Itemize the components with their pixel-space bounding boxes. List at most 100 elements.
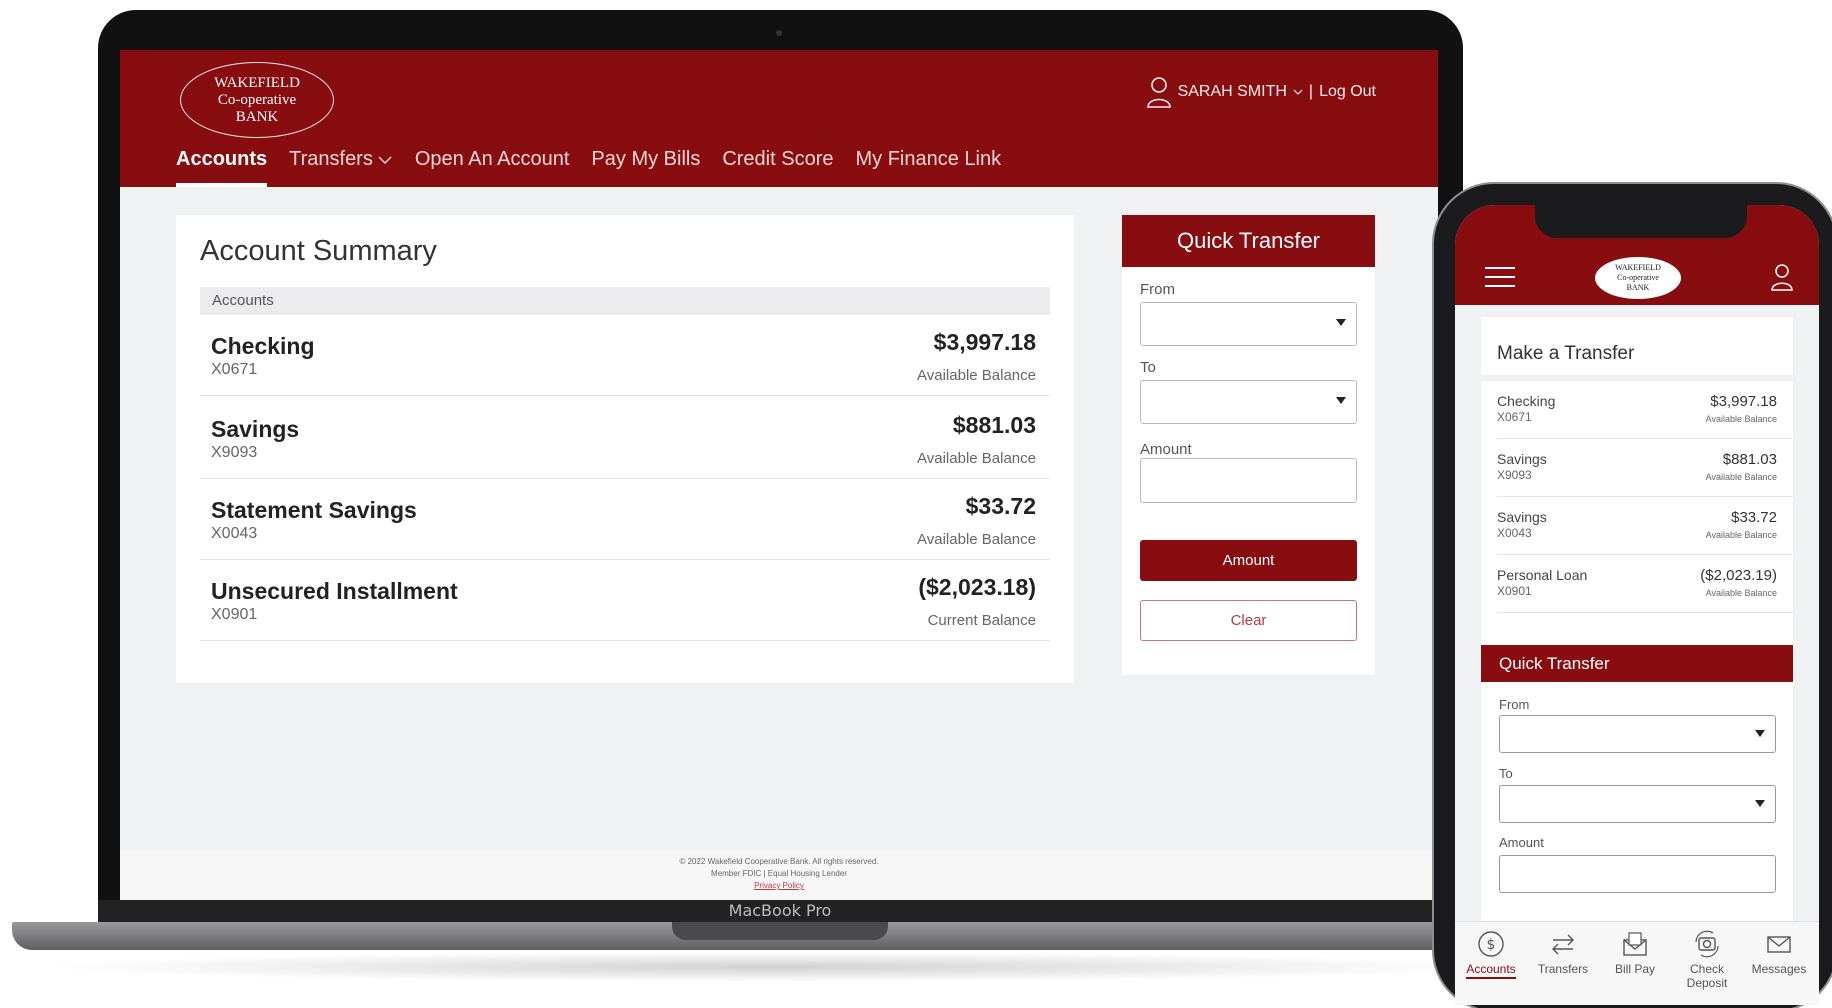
to-select[interactable]: [1140, 380, 1357, 424]
dollar-circle-icon: $: [1478, 931, 1504, 957]
account-number: X0671: [1497, 410, 1532, 424]
submit-transfer-button[interactable]: Amount: [1140, 540, 1357, 581]
nav-transfers[interactable]: Transfers: [289, 146, 393, 172]
clear-button[interactable]: Clear: [1140, 600, 1357, 641]
account-name: Savings: [1497, 509, 1547, 525]
mockup-stage: WAKEFIELD Co-operative BANK SARAH SMITH …: [0, 0, 1832, 1008]
account-number: X0901: [211, 606, 258, 623]
account-number: X0901: [1497, 584, 1532, 598]
account-number: X9093: [211, 444, 258, 461]
chevron-down-icon: [377, 146, 393, 172]
account-summary-title: Account Summary: [200, 235, 437, 267]
site-header: WAKEFIELD Co-operative BANK SARAH SMITH …: [120, 50, 1438, 187]
footer-copyright: © 2022 Wakefield Cooperative Bank. All r…: [679, 857, 879, 866]
make-transfer-title: Make a Transfer: [1497, 343, 1635, 364]
nav-accounts[interactable]: Accounts: [176, 146, 268, 187]
nav-credit-score[interactable]: Credit Score: [722, 146, 833, 172]
account-amount: ($2,023.19): [1700, 567, 1777, 584]
phone-notch: [1535, 205, 1747, 238]
logo-line-2: Co-operative: [217, 91, 297, 108]
caret-down-icon: [1336, 319, 1346, 326]
tab-check-deposit[interactable]: Check Deposit: [1671, 930, 1743, 990]
tab-label: Accounts: [1466, 962, 1516, 979]
nav-open-account[interactable]: Open An Account: [415, 146, 570, 172]
camera-deposit-icon: [1695, 930, 1719, 958]
main-nav: Accounts Transfers Open An Account Pay M…: [176, 146, 1001, 187]
mobile-account-row[interactable]: Checking X0671 $3,997.18 Available Balan…: [1497, 381, 1793, 439]
account-number: X0671: [211, 361, 258, 378]
logout-link[interactable]: Log Out: [1319, 83, 1376, 101]
bill-envelope-icon: [1623, 932, 1647, 956]
tab-transfers[interactable]: Transfers: [1527, 930, 1599, 976]
mobile-quick-transfer-title: Quick Transfer: [1481, 645, 1793, 682]
account-name: Statement Savings: [211, 497, 417, 523]
account-amount: $881.03: [952, 412, 1036, 438]
caret-down-icon: [1755, 800, 1765, 807]
privacy-policy-link[interactable]: Privacy Policy: [120, 880, 1438, 892]
from-select[interactable]: [1140, 302, 1357, 346]
account-balance-label: Available Balance: [917, 367, 1036, 384]
account-balance-label: Available Balance: [917, 531, 1036, 548]
amount-input[interactable]: [1140, 458, 1357, 503]
account-row-installment[interactable]: Unsecured Installment X0901 ($2,023.18) …: [200, 560, 1050, 641]
tab-label: Transfers: [1537, 962, 1589, 976]
chevron-down-icon[interactable]: [1293, 88, 1303, 96]
account-row-checking[interactable]: Checking X0671 $3,997.18 Available Balan…: [200, 315, 1050, 396]
user-icon[interactable]: [1771, 263, 1793, 296]
account-amount: $3,997.18: [1710, 393, 1777, 410]
user-area: SARAH SMITH | Log Out: [1146, 76, 1376, 108]
bank-logo[interactable]: WAKEFIELD Co-operative BANK: [180, 62, 334, 138]
laptop-hinge-notch: [672, 922, 888, 940]
mobile-amount-input[interactable]: [1499, 855, 1776, 893]
mobile-tab-bar: $ Accounts Transfers Bill Pay Check Depo…: [1455, 921, 1819, 1005]
account-name: Checking: [1497, 393, 1556, 409]
laptop-model-label: MacBook Pro: [728, 901, 832, 920]
transfer-arrows-icon: [1552, 934, 1574, 955]
account-summary-card: Account Summary Accounts Checking X0671 …: [176, 215, 1074, 683]
mobile-account-row[interactable]: Personal Loan X0901 ($2,023.19) Availabl…: [1497, 555, 1793, 613]
user-name-menu[interactable]: SARAH SMITH: [1178, 83, 1287, 101]
account-balance-label: Available Balance: [1705, 472, 1777, 482]
logo-line-1: WAKEFIELD: [1615, 263, 1661, 272]
account-row-statement-savings[interactable]: Statement Savings X0043 $33.72 Available…: [200, 479, 1050, 560]
nav-finance-link[interactable]: My Finance Link: [855, 146, 1001, 172]
mail-icon: [1767, 936, 1791, 953]
account-balance-label: Available Balance: [1705, 414, 1777, 424]
mobile-account-row[interactable]: Savings X0043 $33.72 Available Balance: [1497, 497, 1793, 555]
account-name: Savings: [211, 416, 300, 442]
nav-transfers-label: Transfers: [289, 148, 373, 170]
account-balance-label: Current Balance: [927, 612, 1036, 629]
account-amount: ($2,023.18): [918, 574, 1036, 600]
account-amount: $33.72: [965, 493, 1036, 519]
nav-pay-bills[interactable]: Pay My Bills: [591, 146, 700, 172]
account-name: Personal Loan: [1497, 567, 1588, 583]
accounts-subhead: Accounts: [200, 287, 1050, 315]
account-amount: $3,997.18: [933, 329, 1036, 355]
mobile-account-row[interactable]: Savings X9093 $881.03 Available Balance: [1497, 439, 1793, 497]
tab-accounts[interactable]: $ Accounts: [1455, 930, 1527, 979]
account-name: Checking: [211, 333, 315, 359]
menu-icon[interactable]: [1485, 267, 1515, 287]
tab-messages[interactable]: Messages: [1743, 930, 1815, 976]
account-name: Savings: [1497, 451, 1547, 467]
tab-label: Messages: [1751, 962, 1807, 976]
account-row-savings[interactable]: Savings X9093 $881.03 Available Balance: [200, 398, 1050, 479]
account-balance-label: Available Balance: [1705, 530, 1777, 540]
account-amount: $881.03: [1722, 451, 1777, 468]
phone-screen: WAKEFIELD Co-operative BANK Make a Trans…: [1455, 205, 1819, 1005]
mobile-to-select[interactable]: [1499, 785, 1776, 823]
tab-label: Bill Pay: [1614, 962, 1655, 976]
mobile-bank-logo[interactable]: WAKEFIELD Co-operative BANK: [1595, 257, 1681, 299]
from-label: From: [1499, 697, 1530, 712]
mobile-from-select[interactable]: [1499, 715, 1776, 753]
caret-down-icon: [1336, 397, 1346, 404]
caret-down-icon: [1755, 730, 1765, 737]
amount-label: Amount: [1140, 441, 1192, 458]
account-number: X0043: [1497, 526, 1532, 540]
user-icon: [1146, 76, 1172, 108]
account-balance-label: Available Balance: [1705, 588, 1777, 598]
site-footer: © 2022 Wakefield Cooperative Bank. All r…: [120, 850, 1438, 900]
laptop-screen: WAKEFIELD Co-operative BANK SARAH SMITH …: [120, 50, 1438, 900]
make-transfer-card: Make a Transfer Checking X0671 $3,997.18…: [1481, 317, 1793, 667]
tab-bill-pay[interactable]: Bill Pay: [1599, 930, 1671, 976]
